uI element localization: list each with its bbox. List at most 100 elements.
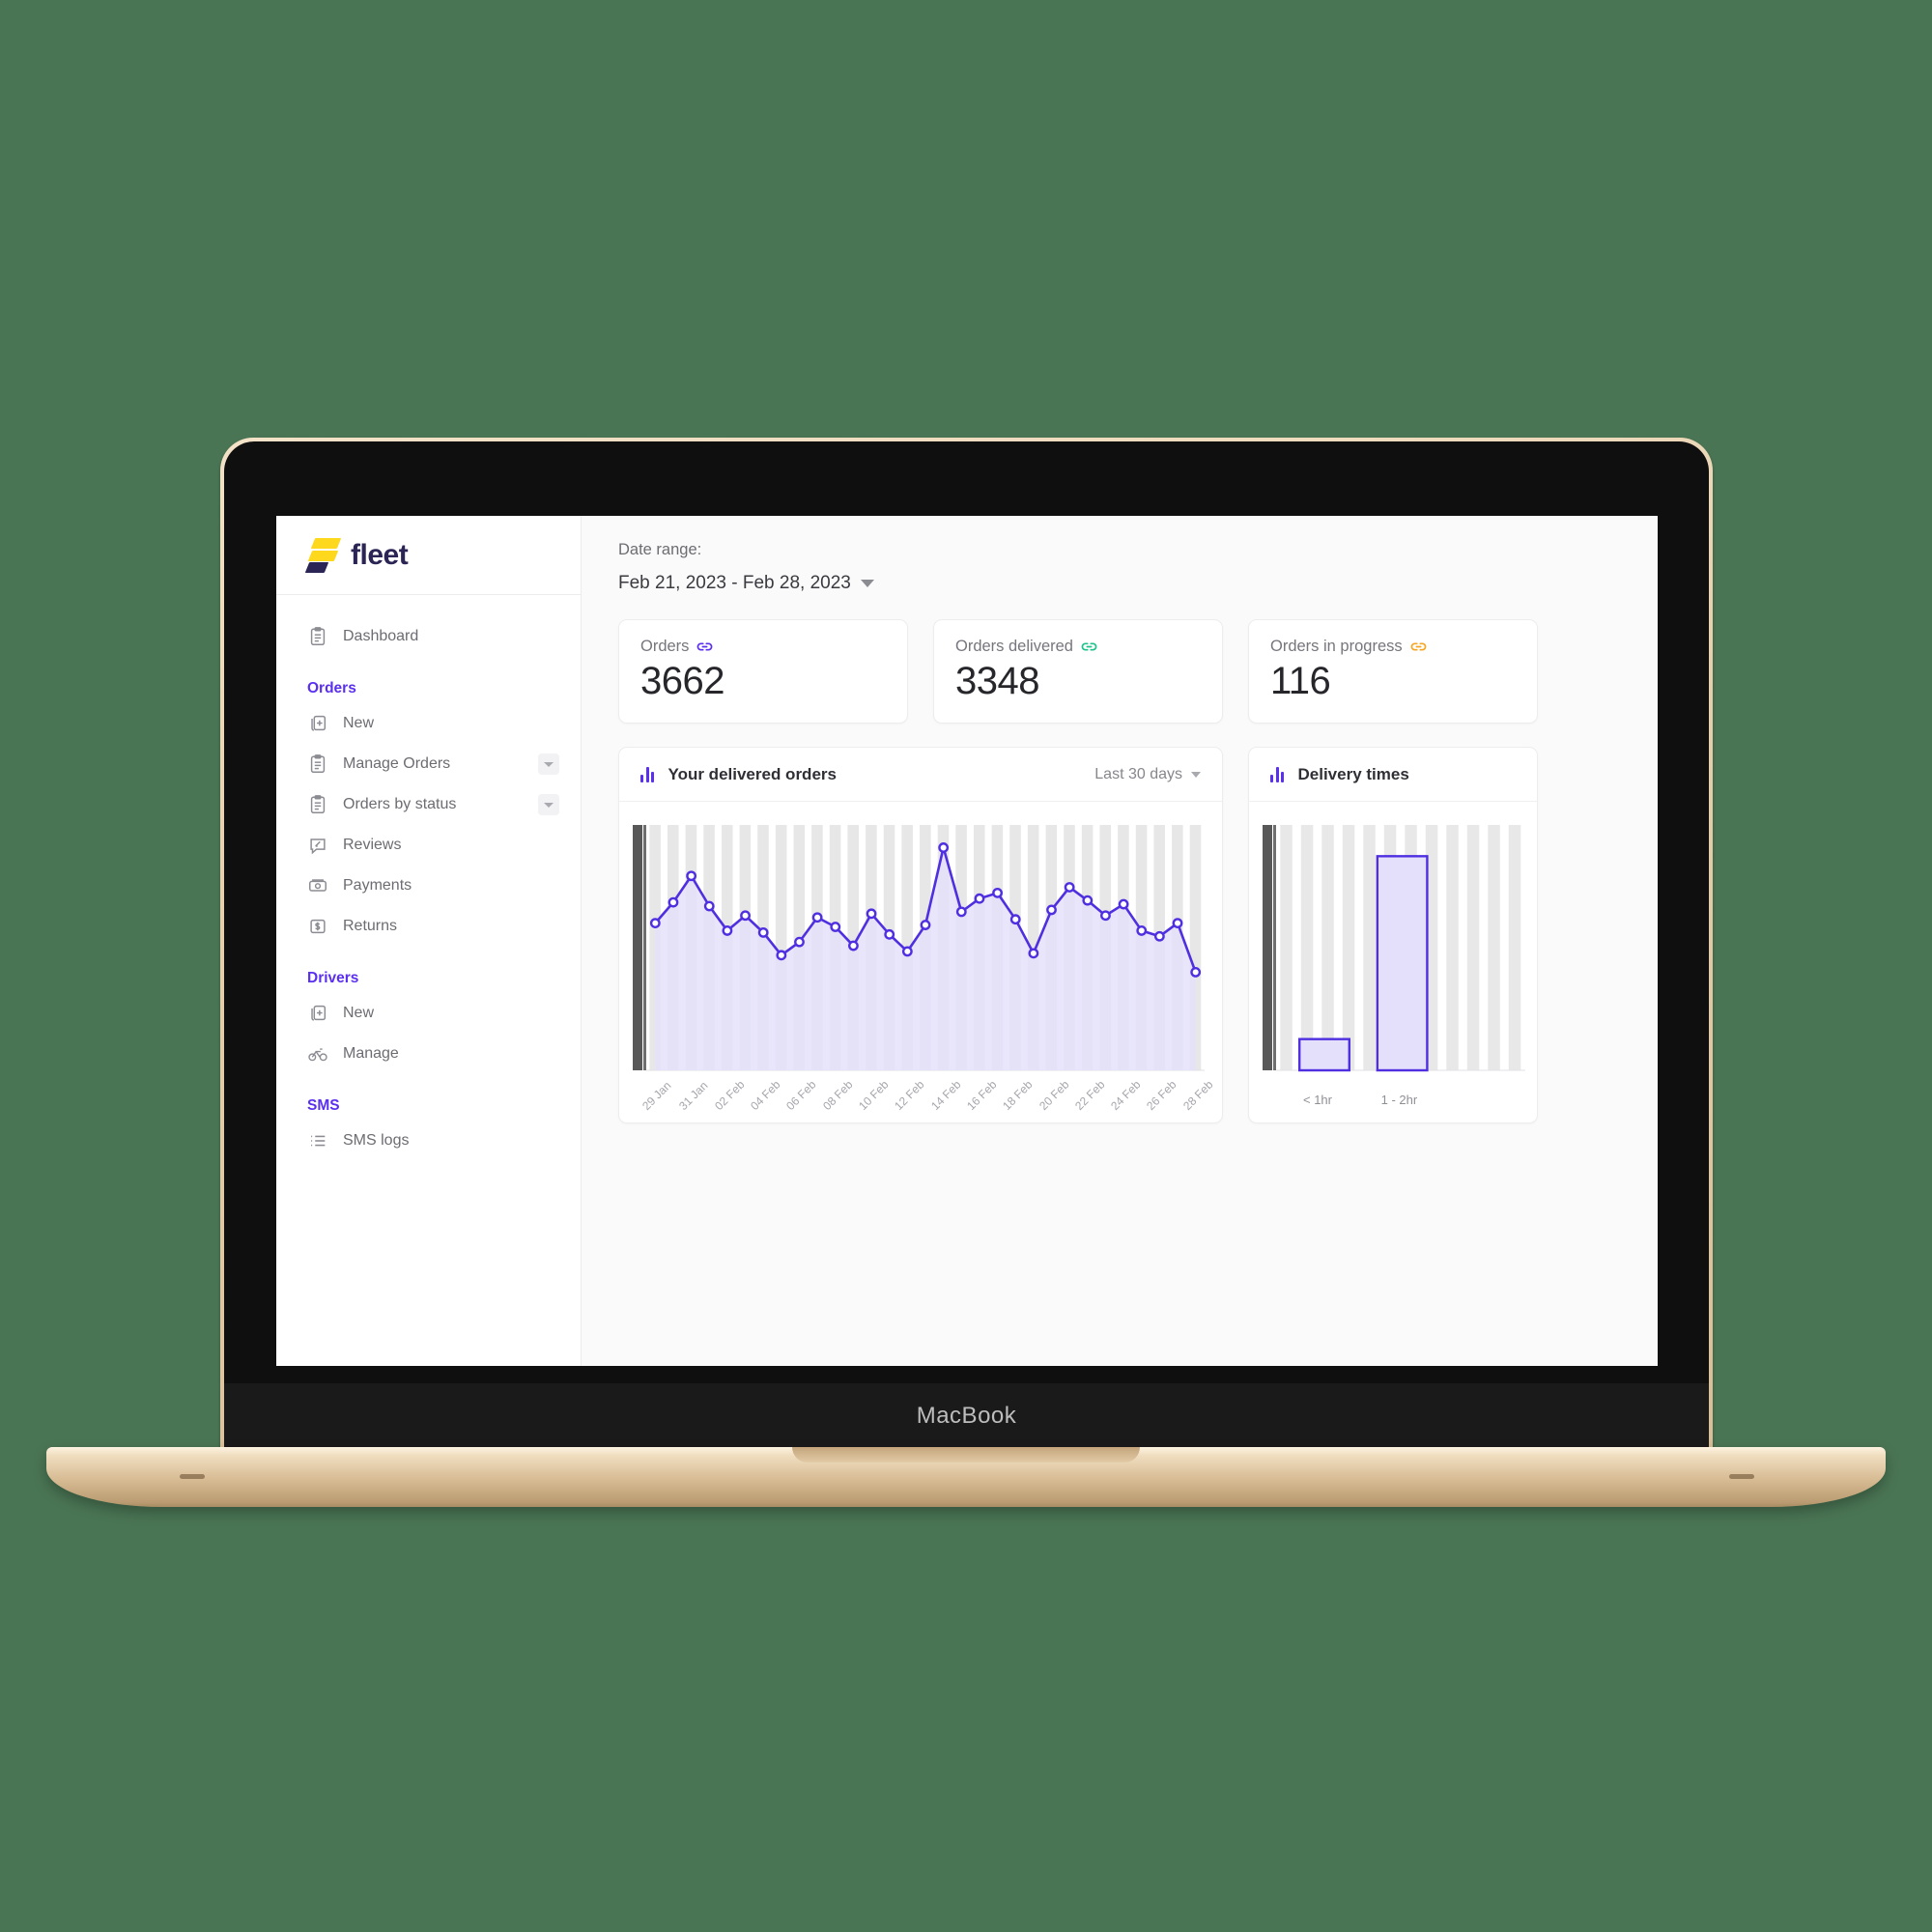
laptop-foot-right bbox=[1729, 1474, 1754, 1479]
kpi-title-row: Orders in progress bbox=[1270, 638, 1516, 656]
date-range-label: Date range: bbox=[618, 541, 702, 558]
screen-viewport: fleet Dashboard Orders New Manage Orders… bbox=[276, 516, 1658, 1366]
brand-header[interactable]: fleet bbox=[276, 516, 581, 595]
sidebar: fleet Dashboard Orders New Manage Orders… bbox=[276, 516, 582, 1366]
sidebar-item-label: Manage bbox=[343, 1045, 399, 1062]
chevron-down-icon[interactable] bbox=[538, 794, 559, 815]
bar-chart-icon bbox=[1270, 766, 1287, 782]
banknote-icon bbox=[307, 875, 328, 896]
kpi-card-orders-in-progress[interactable]: Orders in progress 116 bbox=[1248, 619, 1538, 724]
x-tick-label: 14 Feb bbox=[927, 1077, 964, 1113]
chevron-down-icon[interactable] bbox=[538, 753, 559, 775]
laptop-foot-left bbox=[180, 1474, 205, 1479]
laptop-base-notch bbox=[792, 1447, 1140, 1463]
sidebar-item-sms-logs[interactable]: SMS logs bbox=[276, 1121, 581, 1161]
x-tick-label: 18 Feb bbox=[1000, 1077, 1036, 1113]
add-document-icon bbox=[307, 1003, 328, 1024]
line-chart-plot: 29 Jan 31 Jan 02 Feb 04 Feb 06 Feb 08 Feb 10 F… bbox=[619, 802, 1222, 1122]
card-header: Your delivered orders Last 30 days bbox=[619, 748, 1222, 802]
sidebar-item-label: SMS logs bbox=[343, 1132, 410, 1149]
sidebar-item-label: New bbox=[343, 1005, 375, 1021]
link-icon bbox=[1081, 642, 1097, 651]
chevron-down-icon bbox=[860, 580, 874, 587]
sidebar-group-title-sms: SMS bbox=[307, 1097, 340, 1114]
x-tick-label: 26 Feb bbox=[1144, 1077, 1179, 1113]
sidebar-item-orders-by-status[interactable]: Orders by status bbox=[276, 784, 581, 825]
link-icon bbox=[697, 642, 713, 651]
dollar-box-icon bbox=[307, 916, 328, 937]
link-icon bbox=[1410, 642, 1426, 651]
card-title: Your delivered orders bbox=[668, 764, 837, 783]
range-selector-label: Last 30 days bbox=[1094, 765, 1182, 782]
x-tick-label: 1 - 2hr bbox=[1380, 1093, 1418, 1107]
laptop-bottom-bezel: MacBook bbox=[224, 1383, 1709, 1453]
delivery-times-card: Delivery times < 1hr 1 - 2hr bbox=[1248, 747, 1538, 1123]
kpi-title: Orders in progress bbox=[1270, 638, 1403, 655]
sidebar-item-label: Payments bbox=[343, 877, 412, 894]
main-content: Date range: Feb 21, 2023 - Feb 28, 2023 … bbox=[582, 516, 1658, 1366]
bar-chart-icon bbox=[640, 766, 657, 782]
review-bubble-icon bbox=[307, 835, 328, 856]
kpi-title-row: Orders bbox=[640, 638, 886, 656]
delivery-times-plot: < 1hr 1 - 2hr bbox=[1249, 802, 1537, 1122]
x-tick-label: 10 Feb bbox=[856, 1077, 892, 1113]
kpi-row: Orders 3662 Orders delivered 3348 Orders… bbox=[618, 619, 1658, 724]
sidebar-item-label: Dashboard bbox=[343, 628, 419, 644]
sidebar-item-manage-orders[interactable]: Manage Orders bbox=[276, 744, 581, 784]
kpi-value: 3662 bbox=[640, 660, 724, 702]
kpi-title: Orders bbox=[640, 638, 690, 655]
sidebar-item-label: Manage Orders bbox=[343, 755, 451, 772]
clipboard-icon bbox=[307, 626, 328, 647]
kpi-title: Orders delivered bbox=[955, 638, 1073, 655]
sidebar-item-payments[interactable]: Payments bbox=[276, 866, 581, 906]
x-tick-label: 28 Feb bbox=[1179, 1077, 1216, 1113]
line-chart-svg bbox=[633, 825, 1205, 1071]
sidebar-item-label: New bbox=[343, 715, 375, 731]
x-tick-label: < 1hr bbox=[1302, 1093, 1332, 1107]
sidebar-item-label: Returns bbox=[343, 918, 398, 934]
kpi-value: 3348 bbox=[955, 660, 1039, 702]
x-tick-label: 20 Feb bbox=[1036, 1077, 1071, 1113]
macbook-device: MacBook fleet Dashboard Orders New Manag… bbox=[0, 0, 1932, 1932]
kpi-card-orders-delivered[interactable]: Orders delivered 3348 bbox=[933, 619, 1223, 724]
x-tick-label: 24 Feb bbox=[1108, 1077, 1144, 1113]
device-name-label: MacBook bbox=[916, 1403, 1017, 1429]
sidebar-item-drivers-new[interactable]: New bbox=[276, 993, 581, 1034]
x-tick-label: 12 Feb bbox=[892, 1077, 927, 1113]
chart-row: Your delivered orders Last 30 days 29 Ja… bbox=[618, 747, 1658, 1123]
x-tick-label: 16 Feb bbox=[964, 1077, 1000, 1113]
x-tick-label: 31 Jan bbox=[675, 1078, 711, 1113]
add-document-icon bbox=[307, 713, 328, 734]
brand-name: fleet bbox=[351, 538, 409, 571]
x-tick-label: 29 Jan bbox=[639, 1078, 674, 1113]
chevron-down-icon bbox=[1191, 771, 1201, 778]
line-chart-x-axis: 29 Jan 31 Jan 02 Feb 04 Feb 06 Feb 08 Feb 10 F… bbox=[619, 1065, 1222, 1119]
bicycle-icon bbox=[307, 1043, 328, 1065]
sidebar-item-label: Orders by status bbox=[343, 796, 457, 812]
x-tick-label: 02 Feb bbox=[711, 1077, 748, 1113]
range-selector[interactable]: Last 30 days bbox=[1094, 766, 1201, 783]
sidebar-group-title-drivers: Drivers bbox=[307, 970, 359, 986]
bar-chart-x-axis: < 1hr 1 - 2hr bbox=[1249, 1065, 1537, 1119]
date-range-picker[interactable]: Feb 21, 2023 - Feb 28, 2023 bbox=[618, 573, 1658, 594]
kpi-card-orders[interactable]: Orders 3662 bbox=[618, 619, 908, 724]
sidebar-item-reviews[interactable]: Reviews bbox=[276, 825, 581, 866]
fleet-dashboard-app: fleet Dashboard Orders New Manage Orders… bbox=[276, 516, 1658, 1366]
sidebar-item-dashboard[interactable]: Dashboard bbox=[276, 616, 581, 657]
sidebar-item-label: Reviews bbox=[343, 837, 402, 853]
sidebar-item-orders-new[interactable]: New bbox=[276, 703, 581, 744]
delivered-orders-card: Your delivered orders Last 30 days 29 Ja… bbox=[618, 747, 1223, 1123]
clipboard-icon bbox=[307, 753, 328, 775]
kpi-title-row: Orders delivered bbox=[955, 638, 1201, 656]
x-tick-label: 08 Feb bbox=[819, 1077, 856, 1113]
x-tick-label: 22 Feb bbox=[1071, 1077, 1108, 1113]
bar-chart-svg bbox=[1263, 825, 1525, 1072]
sidebar-item-drivers-manage[interactable]: Manage bbox=[276, 1034, 581, 1074]
card-header: Delivery times bbox=[1249, 748, 1537, 802]
sidebar-nav: Dashboard Orders New Manage Orders Order… bbox=[276, 595, 581, 1366]
sidebar-item-returns[interactable]: Returns bbox=[276, 906, 581, 947]
date-range-value: Feb 21, 2023 - Feb 28, 2023 bbox=[618, 573, 851, 593]
x-tick-label: 06 Feb bbox=[783, 1077, 819, 1113]
list-icon bbox=[307, 1130, 328, 1151]
sidebar-group-title-orders: Orders bbox=[307, 680, 356, 696]
